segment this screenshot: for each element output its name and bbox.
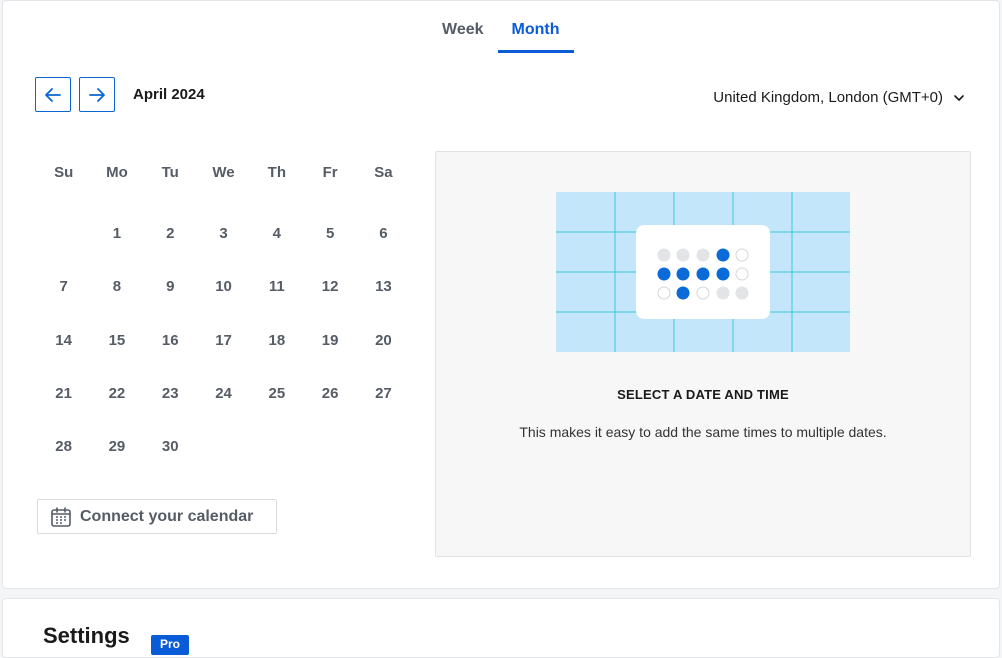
settings-title: Settings xyxy=(43,623,130,648)
calendar-empty-cell xyxy=(357,420,410,473)
day-of-week-label: Fr xyxy=(322,164,338,181)
calendar-day[interactable]: 22 xyxy=(90,367,143,420)
previous-month-button[interactable] xyxy=(35,77,71,112)
pro-badge: Pro xyxy=(151,635,189,655)
calendar-empty-cell xyxy=(303,420,356,473)
calendar-day[interactable]: 10 xyxy=(197,260,250,313)
calendar-day[interactable]: 13 xyxy=(357,260,410,313)
settings-card: Settings Pro xyxy=(2,598,1000,658)
calendar-day[interactable]: 5 xyxy=(303,207,356,260)
calendar-empty-cell xyxy=(197,420,250,473)
calendar-day[interactable]: 17 xyxy=(197,314,250,367)
month-title: April 2024 xyxy=(133,86,205,103)
calendar-day[interactable]: 2 xyxy=(144,207,197,260)
month-calendar: Su Mo Tu We Th Fr Sa 1 2 3 4 5 6 7 8 9 10 11 12 13 14… xyxy=(37,159,410,473)
date-grid-illustration xyxy=(556,192,850,352)
day-of-week-label: Sa xyxy=(374,164,393,181)
tab-month[interactable]: Month xyxy=(497,15,574,53)
arrow-left-icon xyxy=(45,87,61,102)
calendar-day[interactable]: 25 xyxy=(250,367,303,420)
calendar-day[interactable]: 12 xyxy=(303,260,356,313)
next-month-button[interactable] xyxy=(79,77,115,112)
calendar-week-row: 21 22 23 24 25 26 27 xyxy=(37,367,410,420)
calendar-day[interactable]: 23 xyxy=(144,367,197,420)
day-of-week-label: Su xyxy=(54,164,74,181)
arrow-right-icon xyxy=(89,87,105,102)
calendar-day[interactable]: 20 xyxy=(357,314,410,367)
connect-calendar-label: Connect your calendar xyxy=(80,507,254,525)
calendar-day[interactable]: 6 xyxy=(357,207,410,260)
day-of-week-label: Tu xyxy=(161,164,179,181)
timezone-label: United Kingdom, London (GMT+0) xyxy=(713,89,943,106)
calendar-day[interactable]: 28 xyxy=(37,420,90,473)
calendar-day[interactable]: 24 xyxy=(197,367,250,420)
calendar-week-row: 14 15 16 17 18 19 20 xyxy=(37,314,410,367)
calendar-day[interactable]: 9 xyxy=(144,260,197,313)
calendar-day[interactable]: 21 xyxy=(37,367,90,420)
calendar-day[interactable]: 1 xyxy=(90,207,143,260)
calendar-day[interactable]: 16 xyxy=(144,314,197,367)
empty-state-title: SELECT A DATE AND TIME xyxy=(617,387,789,402)
calendar-day[interactable]: 19 xyxy=(303,314,356,367)
calendar-icon xyxy=(51,506,71,527)
calendar-week-row: 28 29 30 xyxy=(37,420,410,473)
calendar-day[interactable]: 14 xyxy=(37,314,90,367)
view-tabs: Week Month xyxy=(428,15,574,53)
scheduler-card: Week Month April 2024 United Kingdom, Lo… xyxy=(2,0,1000,589)
chevron-down-icon xyxy=(954,94,964,101)
calendar-day[interactable]: 15 xyxy=(90,314,143,367)
day-of-week-label: We xyxy=(212,164,235,181)
calendar-week-row: 123456 xyxy=(37,207,410,260)
calendar-empty-cell xyxy=(37,207,90,260)
calendar-day[interactable]: 30 xyxy=(144,420,197,473)
connect-calendar-button[interactable]: Connect your calendar xyxy=(37,499,277,534)
calendar-weeks: 1 2 3 4 5 6 7 8 9 10 11 12 13 14 15 16 17 18 19 20 21 22 23 24 2… xyxy=(37,207,410,473)
day-of-week-header: Su Mo Tu We Th Fr Sa xyxy=(37,159,410,187)
calendar-day[interactable]: 26 xyxy=(303,367,356,420)
calendar-week-row: 7 8 9 10 11 12 13 xyxy=(37,260,410,313)
calendar-day[interactable]: 11 xyxy=(250,260,303,313)
calendar-day[interactable]: 27 xyxy=(357,367,410,420)
calendar-empty-cell xyxy=(250,420,303,473)
calendar-day[interactable]: 7 xyxy=(37,260,90,313)
day-of-week-label: Mo xyxy=(106,164,128,181)
tab-week[interactable]: Week xyxy=(428,15,498,53)
calendar-day[interactable]: 8 xyxy=(90,260,143,313)
day-of-week-label: Th xyxy=(267,164,286,181)
calendar-day[interactable]: 29 xyxy=(90,420,143,473)
calendar-day[interactable]: 18 xyxy=(250,314,303,367)
empty-state-panel: SELECT A DATE AND TIME This makes it eas… xyxy=(435,151,971,557)
timezone-select[interactable]: United Kingdom, London (GMT+0) xyxy=(713,89,965,106)
empty-state-description: This makes it easy to add the same times… xyxy=(519,424,887,440)
calendar-day[interactable]: 4 xyxy=(250,207,303,260)
calendar-day[interactable]: 3 xyxy=(197,207,250,260)
